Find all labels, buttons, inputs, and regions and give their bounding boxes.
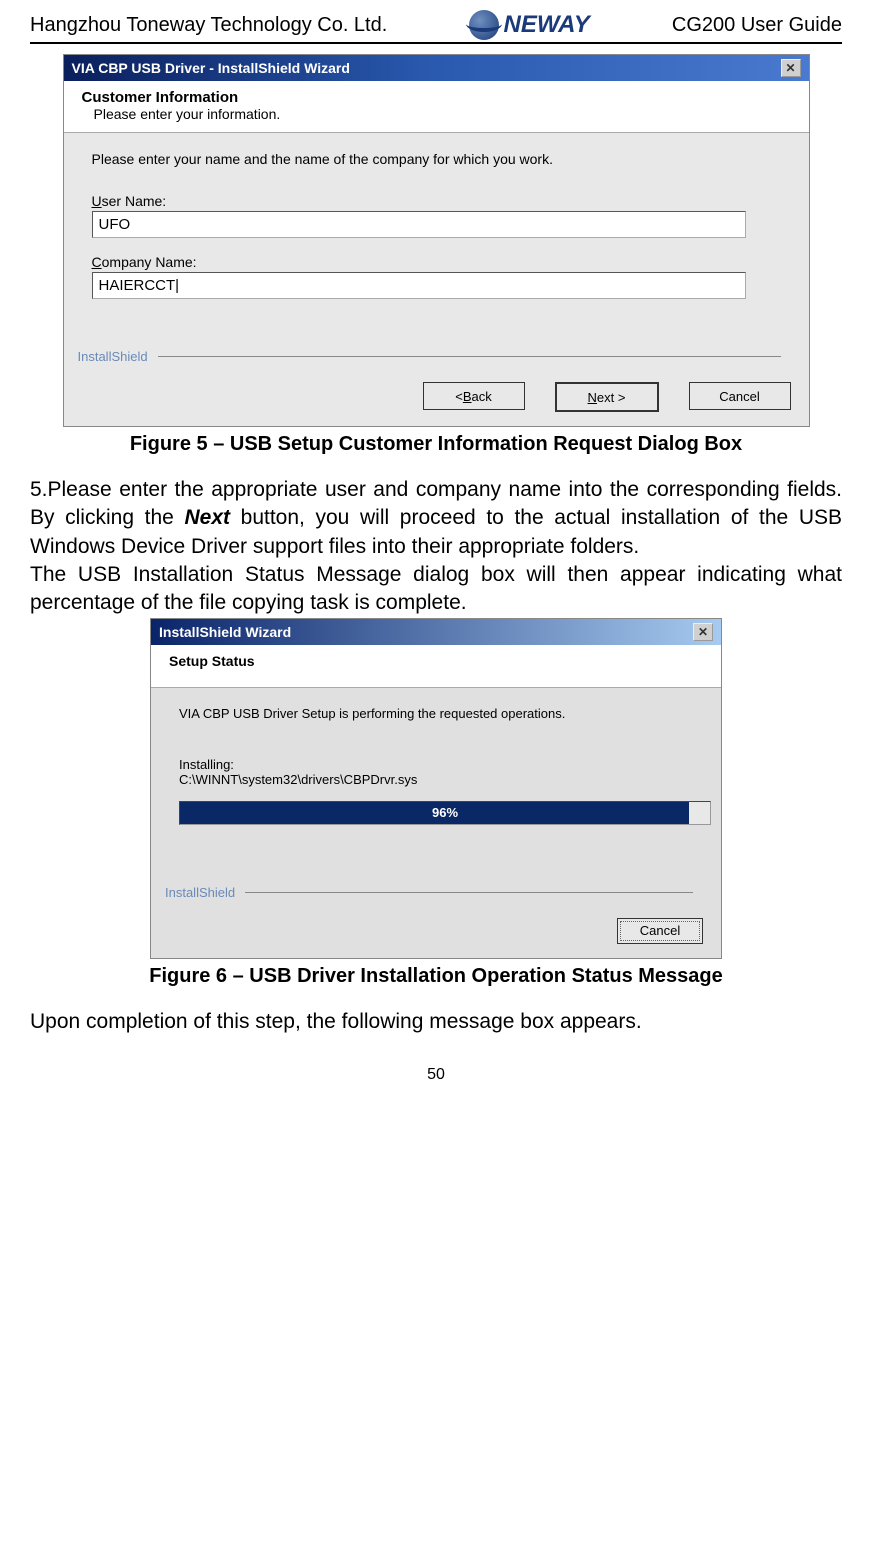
titlebar-text: VIA CBP USB Driver - InstallShield Wizar…	[72, 60, 350, 76]
figure5-caption: Figure 5 – USB Setup Customer Informatio…	[30, 433, 842, 456]
dialog2-titlebar: InstallShield Wizard ✕	[151, 619, 721, 645]
divider	[245, 892, 693, 893]
dialog-titlebar: VIA CBP USB Driver - InstallShield Wizar…	[64, 55, 809, 81]
setup-status-dialog: InstallShield Wizard ✕ Setup Status VIA …	[150, 618, 722, 959]
body1-next-word: Next	[184, 506, 230, 529]
dialog2-header-title: Setup Status	[169, 653, 703, 669]
logo: NEWAY	[469, 10, 589, 40]
next-mnemonic: N	[588, 390, 597, 405]
dialog-header: Customer Information Please enter your i…	[64, 81, 809, 133]
progress-text: 96%	[180, 805, 710, 820]
dialog2-footer: Cancel	[151, 910, 721, 958]
page-number: 50	[30, 1066, 842, 1084]
company-name: Hangzhou Toneway Technology Co. Ltd.	[30, 14, 387, 37]
back-button[interactable]: < Back	[423, 382, 525, 410]
figure6-caption: Figure 6 – USB Driver Installation Opera…	[30, 965, 842, 988]
dialog-body: Please enter your name and the name of t…	[64, 133, 809, 374]
logo-swoosh-icon	[466, 16, 502, 32]
dialog2-header: Setup Status	[151, 645, 721, 688]
install-shield-text: InstallShield	[165, 885, 235, 900]
close-icon[interactable]: ✕	[781, 59, 801, 77]
install-shield-row: InstallShield	[165, 885, 693, 900]
instruction-text: Please enter your name and the name of t…	[92, 151, 781, 167]
doc-title: CG200 User Guide	[672, 14, 842, 37]
page-header: Hangzhou Toneway Technology Co. Ltd. NEW…	[30, 10, 842, 44]
company-name-label-rest: ompany Name:	[102, 254, 197, 270]
body-paragraph-1: 5.Please enter the appropriate user and …	[30, 476, 842, 561]
installing-path: C:\WINNT\system32\drivers\CBPDrvr.sys	[179, 772, 693, 787]
divider	[158, 356, 781, 357]
user-name-label: User Name:	[92, 193, 781, 209]
page: Hangzhou Toneway Technology Co. Ltd. NEW…	[0, 0, 872, 1104]
progress-bar: 96%	[179, 801, 711, 825]
logo-text: NEWAY	[503, 11, 589, 39]
customer-info-dialog: VIA CBP USB Driver - InstallShield Wizar…	[63, 54, 810, 427]
company-name-input[interactable]: HAIERCCT	[92, 272, 746, 299]
status-line: VIA CBP USB Driver Setup is performing t…	[179, 706, 693, 721]
next-button[interactable]: Next >	[555, 382, 659, 412]
dialog-header-title: Customer Information	[82, 89, 769, 106]
install-shield-text: InstallShield	[78, 349, 148, 364]
next-rest: ext >	[597, 390, 626, 405]
company-name-mnemonic: C	[92, 254, 102, 270]
cancel-button[interactable]: Cancel	[689, 382, 791, 410]
installing-label: Installing:	[179, 757, 693, 772]
dialog2-body: VIA CBP USB Driver Setup is performing t…	[151, 688, 721, 910]
user-name-label-rest: ser Name:	[102, 193, 167, 209]
back-mnemonic: B	[463, 389, 472, 404]
user-name-input[interactable]: UFO	[92, 211, 746, 238]
logo-globe-icon	[469, 10, 499, 40]
body-paragraph-3: Upon completion of this step, the follow…	[30, 1008, 842, 1036]
back-rest: ack	[472, 389, 492, 404]
close-icon[interactable]: ✕	[693, 623, 713, 641]
user-name-mnemonic: U	[92, 193, 102, 209]
dialog-header-subtitle: Please enter your information.	[82, 106, 769, 122]
titlebar2-text: InstallShield Wizard	[159, 624, 291, 640]
button-row: < Back Next > Cancel	[64, 374, 809, 426]
back-lt: <	[455, 389, 463, 404]
body-paragraph-2: The USB Installation Status Message dial…	[30, 561, 842, 618]
cancel-button[interactable]: Cancel	[617, 918, 703, 944]
install-shield-row: InstallShield	[78, 349, 781, 364]
company-name-label: Company Name:	[92, 254, 781, 270]
